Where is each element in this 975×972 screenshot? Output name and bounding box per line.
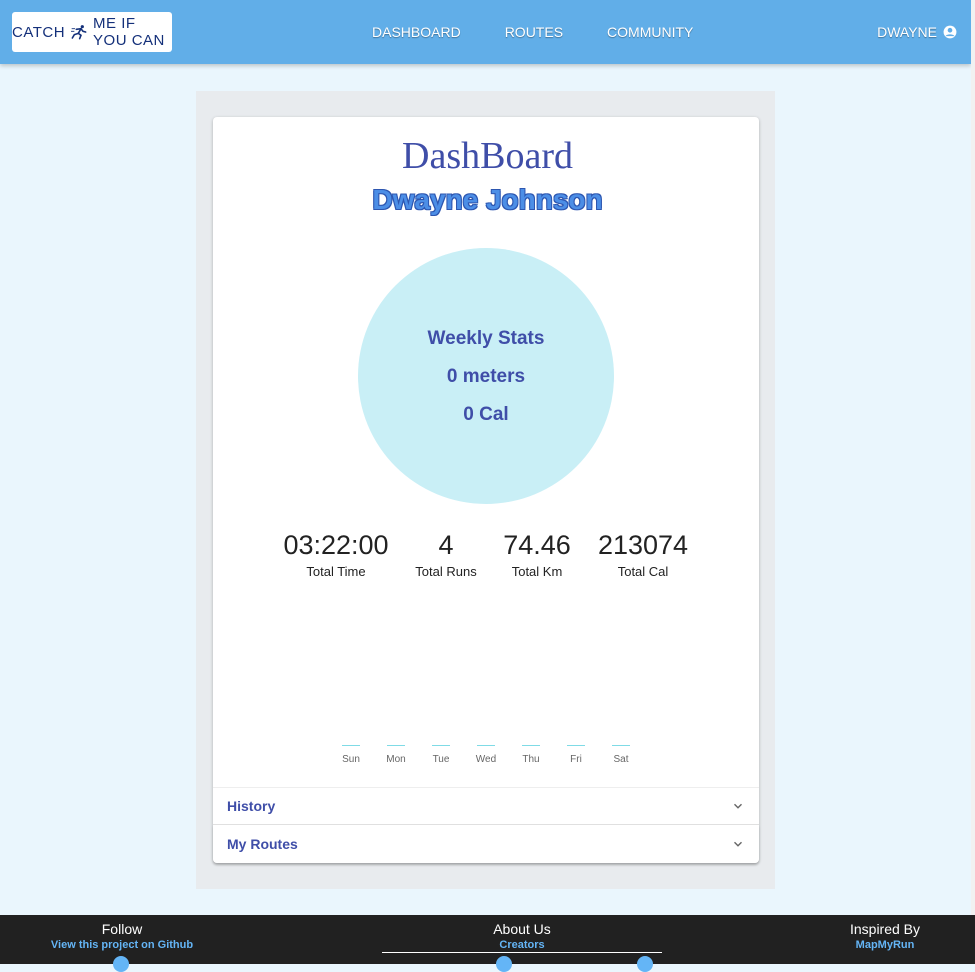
chevron-down-icon bbox=[734, 803, 742, 809]
chart-bar-mon: Mon bbox=[386, 745, 406, 765]
x-tick-label: Sun bbox=[342, 754, 360, 765]
x-tick-label: Sat bbox=[613, 754, 629, 765]
user-menu[interactable]: DWAYNE bbox=[877, 0, 957, 64]
logo-text-right: ME IF YOU CAN bbox=[93, 15, 165, 49]
footer-divider bbox=[382, 952, 662, 953]
history-accordion[interactable]: History bbox=[213, 787, 759, 825]
footer-follow: Follow View this project on Github bbox=[51, 921, 193, 951]
nav-links: DASHBOARD ROUTES COMMUNITY bbox=[350, 0, 715, 64]
github-link[interactable]: View this project on Github bbox=[51, 939, 193, 951]
logo-text-left: CATCH bbox=[12, 23, 66, 41]
chart-bar-wed: Wed bbox=[476, 745, 496, 765]
stat-total-cal: 213074 Total Cal bbox=[598, 530, 688, 579]
weekly-stats-circle: Weekly Stats 0 meters 0 Cal bbox=[358, 248, 614, 504]
chart-bar-sun: Sun bbox=[342, 745, 360, 765]
x-tick-label: Tue bbox=[432, 754, 450, 765]
stat-total-time: 03:22:00 Total Time bbox=[283, 530, 388, 579]
stat-total-km: 74.46 Total Km bbox=[503, 530, 571, 579]
top-navbar: CATCH ME IF YOU CAN DASHBOARD ROUTES COM… bbox=[0, 0, 971, 64]
creators-link[interactable]: Creators bbox=[493, 939, 551, 951]
history-label: History bbox=[227, 798, 276, 814]
bar bbox=[567, 745, 585, 746]
user-full-name: Dwayne Johnson bbox=[372, 184, 603, 215]
app-logo[interactable]: CATCH ME IF YOU CAN bbox=[12, 12, 172, 52]
x-tick-label: Thu bbox=[522, 754, 540, 765]
footer-about-heading: About Us bbox=[493, 921, 551, 937]
footer-follow-heading: Follow bbox=[101, 921, 143, 937]
bar bbox=[522, 745, 540, 746]
x-tick-label: Wed bbox=[475, 754, 497, 765]
stat-label: Total Km bbox=[511, 564, 563, 579]
my-routes-accordion[interactable]: My Routes bbox=[213, 825, 759, 863]
runner-icon bbox=[71, 25, 87, 40]
chart-bar-tue: Tue bbox=[432, 745, 450, 765]
weekly-calories: 0 Cal bbox=[463, 404, 509, 425]
nav-routes[interactable]: ROUTES bbox=[483, 24, 585, 40]
mapmyrun-link[interactable]: MapMyRun bbox=[850, 939, 920, 951]
x-tick-label: Fri bbox=[570, 754, 582, 765]
page-title: DashBoard bbox=[402, 135, 573, 177]
chart-bar-sat: Sat bbox=[612, 745, 630, 765]
chart-bar-thu: Thu bbox=[522, 745, 540, 765]
stat-value: 74.46 bbox=[503, 530, 571, 560]
stat-total-runs: 4 Total Runs bbox=[415, 530, 476, 579]
bar bbox=[432, 745, 450, 746]
stat-value: 4 bbox=[438, 530, 454, 560]
bar bbox=[387, 745, 405, 746]
footer-inspired-heading: Inspired By bbox=[849, 921, 921, 937]
weekly-stats-heading: Weekly Stats bbox=[427, 328, 545, 349]
stat-value: 03:22:00 bbox=[283, 530, 389, 560]
weekly-distance: 0 meters bbox=[446, 366, 526, 387]
creator-avatar[interactable] bbox=[637, 956, 653, 972]
creator-avatar[interactable] bbox=[496, 956, 512, 972]
footer-inspired: Inspired By MapMyRun bbox=[850, 921, 920, 951]
chart-bar-fri: Fri bbox=[567, 745, 585, 765]
bar bbox=[612, 745, 630, 746]
nav-community[interactable]: COMMUNITY bbox=[585, 24, 715, 40]
account-circle-icon bbox=[943, 25, 957, 39]
stat-label: Total Runs bbox=[415, 564, 477, 579]
stat-label: Total Cal bbox=[617, 564, 669, 579]
user-name: DWAYNE bbox=[877, 24, 937, 40]
bar bbox=[342, 745, 360, 746]
github-icon[interactable] bbox=[113, 956, 129, 972]
stat-value: 213074 bbox=[597, 530, 689, 560]
x-tick-label: Mon bbox=[386, 754, 406, 765]
bar bbox=[477, 745, 495, 746]
chevron-down-icon bbox=[734, 841, 742, 847]
my-routes-label: My Routes bbox=[227, 836, 298, 852]
nav-dashboard[interactable]: DASHBOARD bbox=[350, 24, 483, 40]
stat-label: Total Time bbox=[306, 564, 366, 579]
footer-about: About Us Creators bbox=[493, 921, 551, 951]
